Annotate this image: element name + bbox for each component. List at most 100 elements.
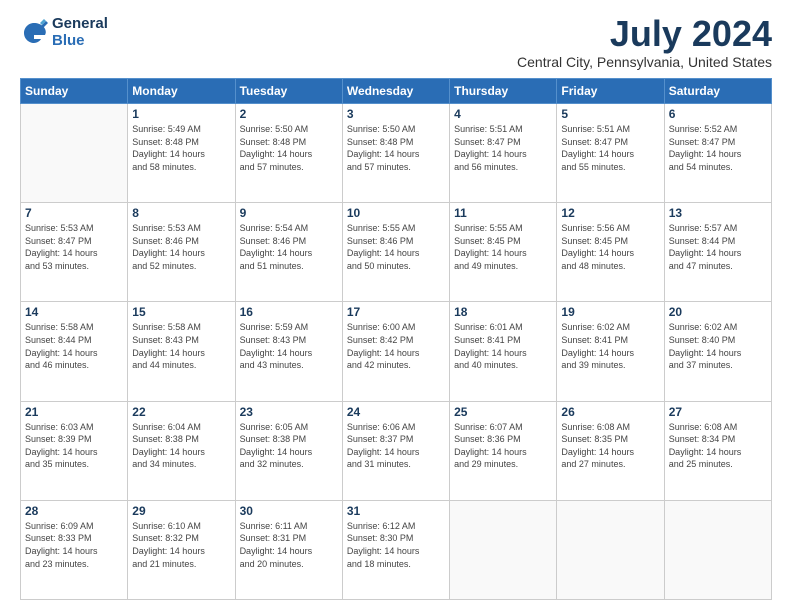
day-number: 12 xyxy=(561,206,659,220)
calendar-week-row: 21Sunrise: 6:03 AM Sunset: 8:39 PM Dayli… xyxy=(21,401,772,500)
day-info: Sunrise: 6:01 AM Sunset: 8:41 PM Dayligh… xyxy=(454,321,552,371)
table-row: 20Sunrise: 6:02 AM Sunset: 8:40 PM Dayli… xyxy=(664,302,771,401)
day-info: Sunrise: 5:51 AM Sunset: 8:47 PM Dayligh… xyxy=(561,123,659,173)
table-row: 8 Sunrise: 5:53 AM Sunset: 8:46 PM Daylig… xyxy=(128,203,235,302)
day-number: 15 xyxy=(132,305,230,319)
logo-icon xyxy=(20,19,48,47)
table-row: 3 Sunrise: 5:50 AM Sunset: 8:48 PM Daylig… xyxy=(342,104,449,203)
logo-blue-text: Blue xyxy=(52,33,108,50)
table-row: 17Sunrise: 6:00 AM Sunset: 8:42 PM Dayli… xyxy=(342,302,449,401)
day-info: Sunrise: 5:49 AM Sunset: 8:48 PM Dayligh… xyxy=(132,123,230,173)
day-info: Sunrise: 5:55 AM Sunset: 8:45 PM Dayligh… xyxy=(454,222,552,272)
day-info: Sunrise: 5:53 AM Sunset: 8:46 PM Dayligh… xyxy=(132,222,230,272)
day-info: Sunrise: 6:05 AM Sunset: 8:38 PM Dayligh… xyxy=(240,421,338,471)
table-row: 5Sunrise: 5:51 AM Sunset: 8:47 PM Daylig… xyxy=(557,104,664,203)
day-info: Sunrise: 6:09 AM Sunset: 8:33 PM Dayligh… xyxy=(25,520,123,570)
calendar-week-row: 14 Sunrise: 5:58 AM Sunset: 8:44 PM Dayli… xyxy=(21,302,772,401)
day-number: 29 xyxy=(132,504,230,518)
table-row: 22Sunrise: 6:04 AM Sunset: 8:38 PM Dayli… xyxy=(128,401,235,500)
table-row: 21Sunrise: 6:03 AM Sunset: 8:39 PM Dayli… xyxy=(21,401,128,500)
table-row: 23 Sunrise: 6:05 AM Sunset: 8:38 PM Dayli… xyxy=(235,401,342,500)
day-info: Sunrise: 5:55 AM Sunset: 8:46 PM Dayligh… xyxy=(347,222,445,272)
day-number: 7 xyxy=(25,206,123,220)
day-info: Sunrise: 5:58 AM Sunset: 8:44 PM Dayligh… xyxy=(25,321,123,371)
table-row: 13 Sunrise: 5:57 AM Sunset: 8:44 PM Dayli… xyxy=(664,203,771,302)
day-info: Sunrise: 6:07 AM Sunset: 8:36 PM Dayligh… xyxy=(454,421,552,471)
day-info: Sunrise: 6:08 AM Sunset: 8:35 PM Dayligh… xyxy=(561,421,659,471)
col-thursday: Thursday xyxy=(450,79,557,104)
col-friday: Friday xyxy=(557,79,664,104)
day-number: 22 xyxy=(132,405,230,419)
logo-text: General Blue xyxy=(52,16,108,49)
table-row: 9 Sunrise: 5:54 AM Sunset: 8:46 PM Daylig… xyxy=(235,203,342,302)
calendar-header-row: Sunday Monday Tuesday Wednesday Thursday… xyxy=(21,79,772,104)
month-title: July 2024 xyxy=(517,16,772,52)
table-row: 16 Sunrise: 5:59 AM Sunset: 8:43 PM Dayli… xyxy=(235,302,342,401)
table-row: 24Sunrise: 6:06 AM Sunset: 8:37 PM Dayli… xyxy=(342,401,449,500)
calendar-week-row: 28Sunrise: 6:09 AM Sunset: 8:33 PM Dayli… xyxy=(21,500,772,599)
day-info: Sunrise: 6:08 AM Sunset: 8:34 PM Dayligh… xyxy=(669,421,767,471)
col-saturday: Saturday xyxy=(664,79,771,104)
day-number: 4 xyxy=(454,107,552,121)
table-row: 6 Sunrise: 5:52 AM Sunset: 8:47 PM Daylig… xyxy=(664,104,771,203)
logo-general-text: General xyxy=(52,16,108,33)
day-number: 27 xyxy=(669,405,767,419)
calendar-week-row: 7 Sunrise: 5:53 AM Sunset: 8:47 PM Daylig… xyxy=(21,203,772,302)
col-wednesday: Wednesday xyxy=(342,79,449,104)
day-number: 13 xyxy=(669,206,767,220)
day-number: 31 xyxy=(347,504,445,518)
day-number: 6 xyxy=(669,107,767,121)
day-info: Sunrise: 5:58 AM Sunset: 8:43 PM Dayligh… xyxy=(132,321,230,371)
header: General Blue July 2024 Central City, Pen… xyxy=(20,16,772,70)
table-row: 27 Sunrise: 6:08 AM Sunset: 8:34 PM Dayli… xyxy=(664,401,771,500)
day-number: 1 xyxy=(132,107,230,121)
day-number: 16 xyxy=(240,305,338,319)
table-row: 29 Sunrise: 6:10 AM Sunset: 8:32 PM Dayli… xyxy=(128,500,235,599)
table-row: 7 Sunrise: 5:53 AM Sunset: 8:47 PM Daylig… xyxy=(21,203,128,302)
table-row: 26Sunrise: 6:08 AM Sunset: 8:35 PM Dayli… xyxy=(557,401,664,500)
day-number: 20 xyxy=(669,305,767,319)
day-info: Sunrise: 5:57 AM Sunset: 8:44 PM Dayligh… xyxy=(669,222,767,272)
table-row: 15 Sunrise: 5:58 AM Sunset: 8:43 PM Dayli… xyxy=(128,302,235,401)
day-info: Sunrise: 5:50 AM Sunset: 8:48 PM Dayligh… xyxy=(347,123,445,173)
day-number: 2 xyxy=(240,107,338,121)
day-number: 23 xyxy=(240,405,338,419)
day-info: Sunrise: 5:54 AM Sunset: 8:46 PM Dayligh… xyxy=(240,222,338,272)
day-number: 21 xyxy=(25,405,123,419)
day-number: 3 xyxy=(347,107,445,121)
title-area: July 2024 Central City, Pennsylvania, Un… xyxy=(517,16,772,70)
calendar-table: Sunday Monday Tuesday Wednesday Thursday… xyxy=(20,78,772,600)
day-number: 9 xyxy=(240,206,338,220)
day-info: Sunrise: 5:52 AM Sunset: 8:47 PM Dayligh… xyxy=(669,123,767,173)
day-info: Sunrise: 5:56 AM Sunset: 8:45 PM Dayligh… xyxy=(561,222,659,272)
day-number: 19 xyxy=(561,305,659,319)
day-info: Sunrise: 6:10 AM Sunset: 8:32 PM Dayligh… xyxy=(132,520,230,570)
day-number: 25 xyxy=(454,405,552,419)
day-info: Sunrise: 6:06 AM Sunset: 8:37 PM Dayligh… xyxy=(347,421,445,471)
day-number: 10 xyxy=(347,206,445,220)
table-row xyxy=(21,104,128,203)
day-info: Sunrise: 6:11 AM Sunset: 8:31 PM Dayligh… xyxy=(240,520,338,570)
day-info: Sunrise: 5:59 AM Sunset: 8:43 PM Dayligh… xyxy=(240,321,338,371)
page: General Blue July 2024 Central City, Pen… xyxy=(0,0,792,612)
table-row: 19 Sunrise: 6:02 AM Sunset: 8:41 PM Dayli… xyxy=(557,302,664,401)
table-row: 31 Sunrise: 6:12 AM Sunset: 8:30 PM Dayli… xyxy=(342,500,449,599)
table-row xyxy=(557,500,664,599)
day-number: 18 xyxy=(454,305,552,319)
location-title: Central City, Pennsylvania, United State… xyxy=(517,54,772,70)
table-row: 18 Sunrise: 6:01 AM Sunset: 8:41 PM Dayli… xyxy=(450,302,557,401)
day-info: Sunrise: 5:53 AM Sunset: 8:47 PM Dayligh… xyxy=(25,222,123,272)
table-row: 1 Sunrise: 5:49 AM Sunset: 8:48 PM Daylig… xyxy=(128,104,235,203)
calendar-week-row: 1 Sunrise: 5:49 AM Sunset: 8:48 PM Daylig… xyxy=(21,104,772,203)
day-info: Sunrise: 6:02 AM Sunset: 8:41 PM Dayligh… xyxy=(561,321,659,371)
day-info: Sunrise: 6:12 AM Sunset: 8:30 PM Dayligh… xyxy=(347,520,445,570)
day-number: 30 xyxy=(240,504,338,518)
table-row: 4Sunrise: 5:51 AM Sunset: 8:47 PM Daylig… xyxy=(450,104,557,203)
table-row xyxy=(450,500,557,599)
table-row: 12 Sunrise: 5:56 AM Sunset: 8:45 PM Dayli… xyxy=(557,203,664,302)
col-sunday: Sunday xyxy=(21,79,128,104)
day-number: 14 xyxy=(25,305,123,319)
day-number: 8 xyxy=(132,206,230,220)
table-row: 25 Sunrise: 6:07 AM Sunset: 8:36 PM Dayli… xyxy=(450,401,557,500)
table-row: 10 Sunrise: 5:55 AM Sunset: 8:46 PM Dayli… xyxy=(342,203,449,302)
